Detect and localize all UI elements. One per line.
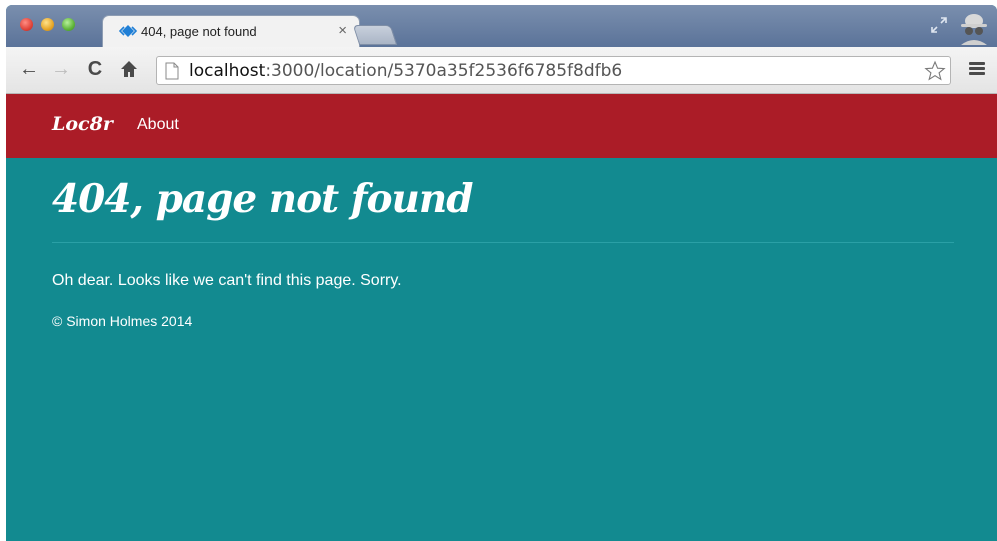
url-path: :3000/location/5370a35f2536f6785f8dfb6 — [265, 61, 623, 81]
incognito-icon — [961, 14, 987, 45]
page-icon — [165, 62, 179, 80]
page-content: 404, page not found Oh dear. Looks like … — [6, 158, 997, 541]
browser-window: 404, page not found × ← → C localhost:30… — [6, 5, 997, 541]
new-tab-button[interactable] — [352, 25, 398, 45]
fullscreen-icon[interactable] — [931, 17, 947, 33]
url-text[interactable]: localhost:3000/location/5370a35f2536f678… — [189, 61, 622, 81]
bookmark-star-icon[interactable] — [924, 60, 946, 82]
nav-about-link[interactable]: About — [137, 116, 179, 134]
address-bar[interactable]: localhost:3000/location/5370a35f2536f678… — [156, 56, 951, 85]
footer-copyright: © Simon Holmes 2014 — [52, 313, 193, 329]
site-navbar: Loc8r About — [6, 94, 997, 158]
tab-title: 404, page not found — [141, 24, 257, 39]
close-window-button[interactable] — [20, 18, 33, 31]
browser-toolbar: ← → C localhost:3000/location/5370a35f25… — [6, 47, 997, 94]
home-icon[interactable] — [118, 58, 140, 80]
back-button[interactable]: ← — [18, 58, 40, 80]
url-host: localhost — [189, 61, 266, 81]
zoom-window-button[interactable] — [62, 18, 75, 31]
forward-button[interactable]: → — [50, 58, 72, 80]
reload-button[interactable]: C — [84, 58, 106, 80]
minimize-window-button[interactable] — [41, 18, 54, 31]
site-brand-link[interactable]: Loc8r — [52, 113, 113, 135]
chrome-menu-icon[interactable] — [969, 62, 985, 76]
page-title: 404, page not found — [52, 176, 473, 222]
browser-tab[interactable]: 404, page not found × — [102, 15, 360, 47]
error-message: Oh dear. Looks like we can't find this p… — [52, 272, 402, 289]
tab-close-button[interactable]: × — [338, 22, 347, 39]
title-bar: 404, page not found × — [6, 5, 997, 47]
divider — [52, 242, 954, 243]
code-diamond-icon — [119, 25, 137, 37]
